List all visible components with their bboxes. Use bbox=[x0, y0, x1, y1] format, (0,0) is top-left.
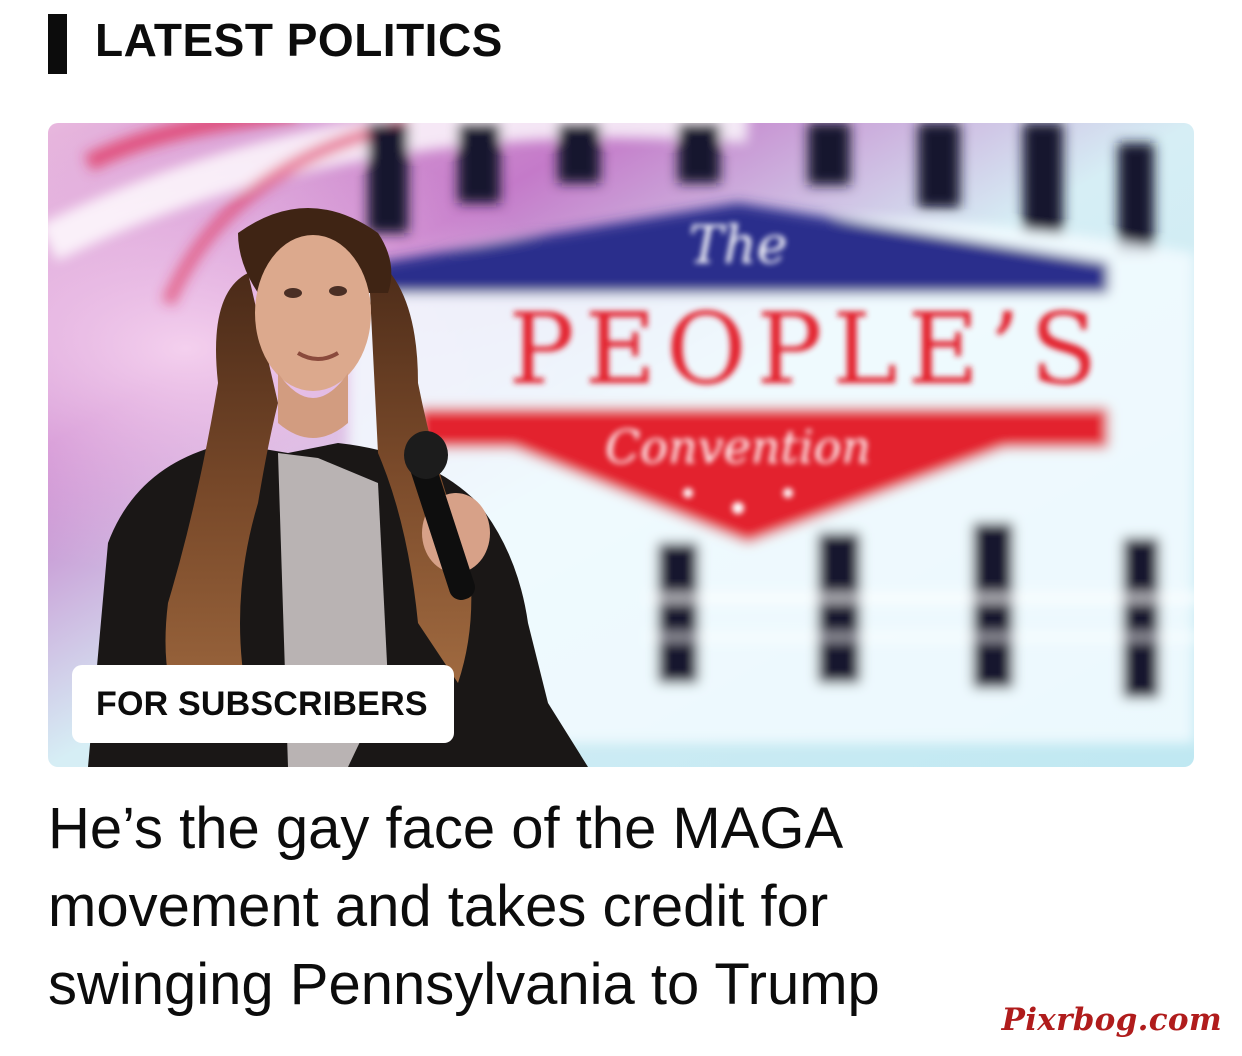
subscribers-badge: FOR SUBSCRIBERS bbox=[72, 665, 454, 743]
watermark-text: Pixrbog.com bbox=[1001, 1002, 1222, 1038]
sign-top-text: The bbox=[689, 216, 788, 276]
article-headline[interactable]: He’s the gay face of the MAGA movement a… bbox=[48, 790, 1008, 1024]
section-header: LATEST POLITICS bbox=[48, 14, 503, 74]
sign-bottom-text: Convention bbox=[605, 420, 871, 474]
sign-main-text: PEOPLE’S bbox=[509, 293, 1108, 407]
section-accent-bar bbox=[48, 14, 67, 74]
article-card-page: LATEST POLITICS The PEOPLE’S Convention … bbox=[0, 0, 1242, 1056]
section-title[interactable]: LATEST POLITICS bbox=[95, 10, 503, 70]
